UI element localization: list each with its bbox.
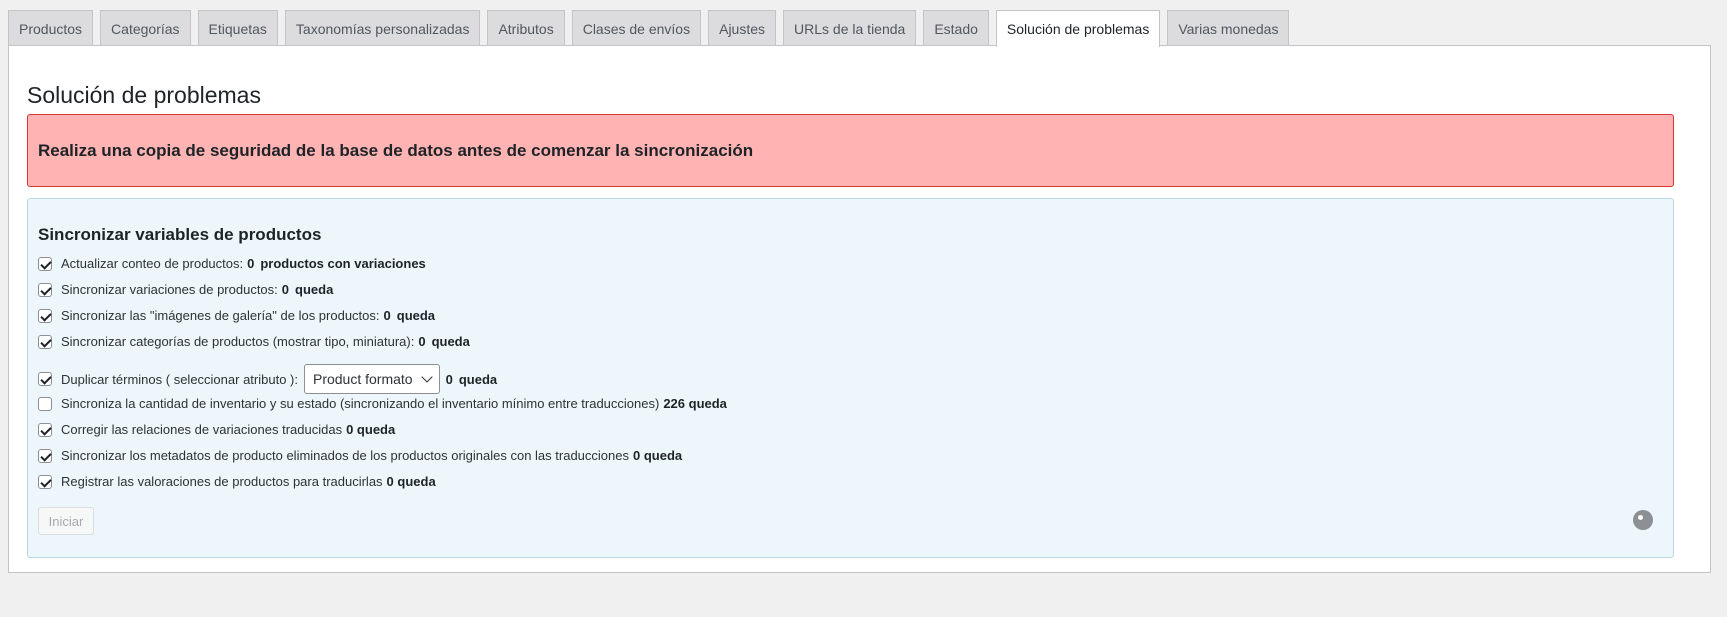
checkbox-stock-quantity[interactable] [38, 396, 52, 411]
row-label: Registrar las valoraciones de productos … [61, 474, 383, 489]
checkbox-deleted-metadata[interactable] [38, 448, 52, 463]
sync-section-title: Sincronizar variables de productos [38, 225, 322, 244]
sync-row-product-categories: Sincronizar categorías de productos (mos… [38, 334, 470, 349]
attribute-select[interactable]: Product formato [303, 364, 440, 394]
row-label: Actualizar conteo de productos: [61, 256, 244, 271]
checkbox-product-reviews[interactable] [38, 474, 52, 489]
warning-text: Realiza una copia de seguridad de la bas… [38, 140, 754, 160]
start-button[interactable]: Iniciar [38, 507, 94, 535]
checkbox-update-product-count[interactable] [38, 256, 52, 271]
tab-ajustes[interactable]: Ajustes [708, 10, 777, 46]
tab-clases-de-envios[interactable]: Clases de envíos [571, 10, 702, 46]
chevron-down-icon [420, 371, 433, 383]
row-label: Sincronizar variaciones de productos: [61, 282, 278, 297]
row-count: 0 [281, 282, 290, 297]
row-label: Duplicar términos ( seleccionar atributo… [61, 371, 298, 387]
main-panel: Solución de problemas Realiza una copia … [8, 45, 1711, 573]
row-count: 0 [445, 371, 453, 387]
row-label: Sincronizar categorías de productos (mos… [61, 334, 415, 349]
row-count: 0 [383, 308, 391, 323]
sync-row-fix-variation-relations: Corregir las relaciones de variaciones t… [38, 422, 395, 437]
sync-row-product-variations: Sincronizar variaciones de productos: 0 … [38, 282, 333, 297]
row-label: Sincroniza la cantidad de inventario y s… [61, 396, 660, 411]
page-title: Solución de problemas [27, 82, 261, 108]
checkbox-gallery-images[interactable] [38, 308, 52, 323]
backup-warning-notice: Realiza una copia de seguridad de la bas… [27, 114, 1674, 187]
sync-row-product-reviews: Registrar las valoraciones de productos … [38, 474, 436, 489]
attribute-select-value: Product formato [312, 371, 413, 387]
row-label: Corregir las relaciones de variaciones t… [61, 422, 343, 437]
row-count: 0 queda [632, 448, 683, 463]
tab-bar: Productos Categorías Etiquetas Taxonomía… [8, 10, 1296, 47]
checkbox-product-categories[interactable] [38, 334, 52, 349]
tab-etiquetas[interactable]: Etiquetas [197, 10, 278, 46]
sync-row-gallery-images: Sincronizar las "imágenes de galería" de… [38, 308, 435, 323]
row-label: Sincronizar las "imágenes de galería" de… [61, 308, 380, 323]
row-count: 0 queda [386, 474, 436, 489]
row-suffix: queda [396, 308, 436, 323]
spinner-icon [1633, 510, 1653, 530]
sync-row-stock-quantity: Sincroniza la cantidad de inventario y s… [38, 396, 727, 411]
row-suffix: productos con variaciones [260, 256, 426, 271]
tab-taxonomias-personalizadas[interactable]: Taxonomías personalizadas [284, 10, 481, 46]
sync-variables-box: Sincronizar variables de productos Actua… [27, 198, 1674, 558]
row-suffix: queda [458, 371, 498, 387]
tab-solucion-de-problemas[interactable]: Solución de problemas [995, 10, 1161, 47]
tab-urls-de-la-tienda[interactable]: URLs de la tienda [783, 10, 917, 46]
checkbox-duplicate-terms[interactable] [38, 372, 52, 386]
row-count: 0 [418, 334, 426, 349]
row-suffix: queda [431, 334, 470, 349]
row-suffix: queda [295, 282, 334, 297]
tab-varias-monedas[interactable]: Varias monedas [1167, 10, 1290, 46]
tab-atributos[interactable]: Atributos [487, 10, 565, 46]
sync-row-deleted-metadata: Sincronizar los metadatos de producto el… [38, 448, 682, 463]
row-count: 0 [247, 256, 255, 271]
sync-row-update-product-count: Actualizar conteo de productos: 0 produc… [38, 256, 426, 271]
tab-estado[interactable]: Estado [923, 10, 989, 46]
checkbox-fix-variation-relations[interactable] [38, 422, 52, 437]
tab-categorias[interactable]: Categorías [100, 10, 191, 46]
sync-row-duplicate-terms: Duplicar términos ( seleccionar atributo… [38, 364, 497, 394]
checkbox-product-variations[interactable] [38, 282, 52, 297]
tab-productos[interactable]: Productos [8, 10, 94, 46]
row-label: Sincronizar los metadatos de producto el… [61, 448, 629, 463]
row-count: 226 queda [663, 396, 727, 411]
row-count: 0 queda [346, 422, 396, 437]
